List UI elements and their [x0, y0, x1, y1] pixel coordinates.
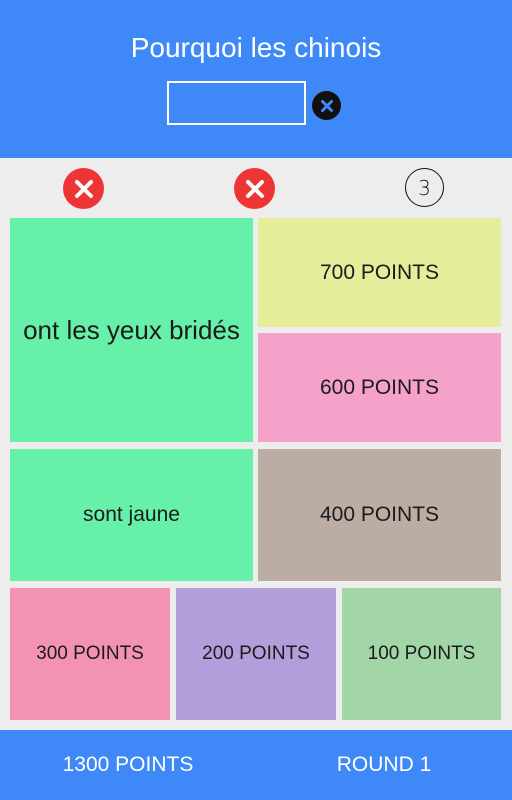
- countdown-timer: 3: [405, 168, 444, 207]
- answer-tile-label: 400 POINTS: [319, 503, 440, 526]
- answer-tile-label: 200 POINTS: [202, 643, 310, 664]
- answer-tile-7[interactable]: 200 POINTS: [176, 588, 336, 720]
- answer-tile-4[interactable]: sont jaune: [10, 449, 253, 581]
- clear-input-button[interactable]: [312, 91, 341, 120]
- answer-tile-label: 700 POINTS: [319, 260, 440, 284]
- answer-tile-6[interactable]: 300 POINTS: [10, 588, 170, 720]
- answer-tile-2[interactable]: 700 POINTS: [258, 218, 501, 327]
- answer-tile-5[interactable]: 400 POINTS: [258, 449, 501, 581]
- answer-tile-label: sont jaune: [83, 503, 180, 526]
- strikes-bar: 3: [0, 158, 512, 218]
- game-screen: Pourquoi les chinois 3 ont les yeux brid…: [0, 0, 512, 800]
- strike-1-icon: [63, 168, 104, 209]
- answer-tile-label: 600 POINTS: [319, 375, 440, 399]
- question-header: Pourquoi les chinois: [0, 0, 512, 158]
- close-icon: [320, 99, 333, 112]
- answer-tile-label: 300 POINTS: [36, 643, 144, 664]
- answer-tile-label: ont les yeux bridés: [23, 314, 240, 345]
- answer-tile-label: 100 POINTS: [367, 643, 476, 664]
- answer-input[interactable]: [167, 81, 306, 125]
- round-label: ROUND 1: [336, 753, 432, 776]
- strike-2-icon: [234, 168, 275, 209]
- answer-tile-8[interactable]: 100 POINTS: [342, 588, 501, 720]
- answer-tile-3[interactable]: 600 POINTS: [258, 333, 501, 442]
- status-footer: 1300 POINTS ROUND 1: [0, 730, 512, 800]
- score-label: 1300 POINTS: [62, 753, 194, 776]
- answer-tile-1[interactable]: ont les yeux bridés: [10, 218, 253, 442]
- question-text: Pourquoi les chinois: [130, 32, 382, 63]
